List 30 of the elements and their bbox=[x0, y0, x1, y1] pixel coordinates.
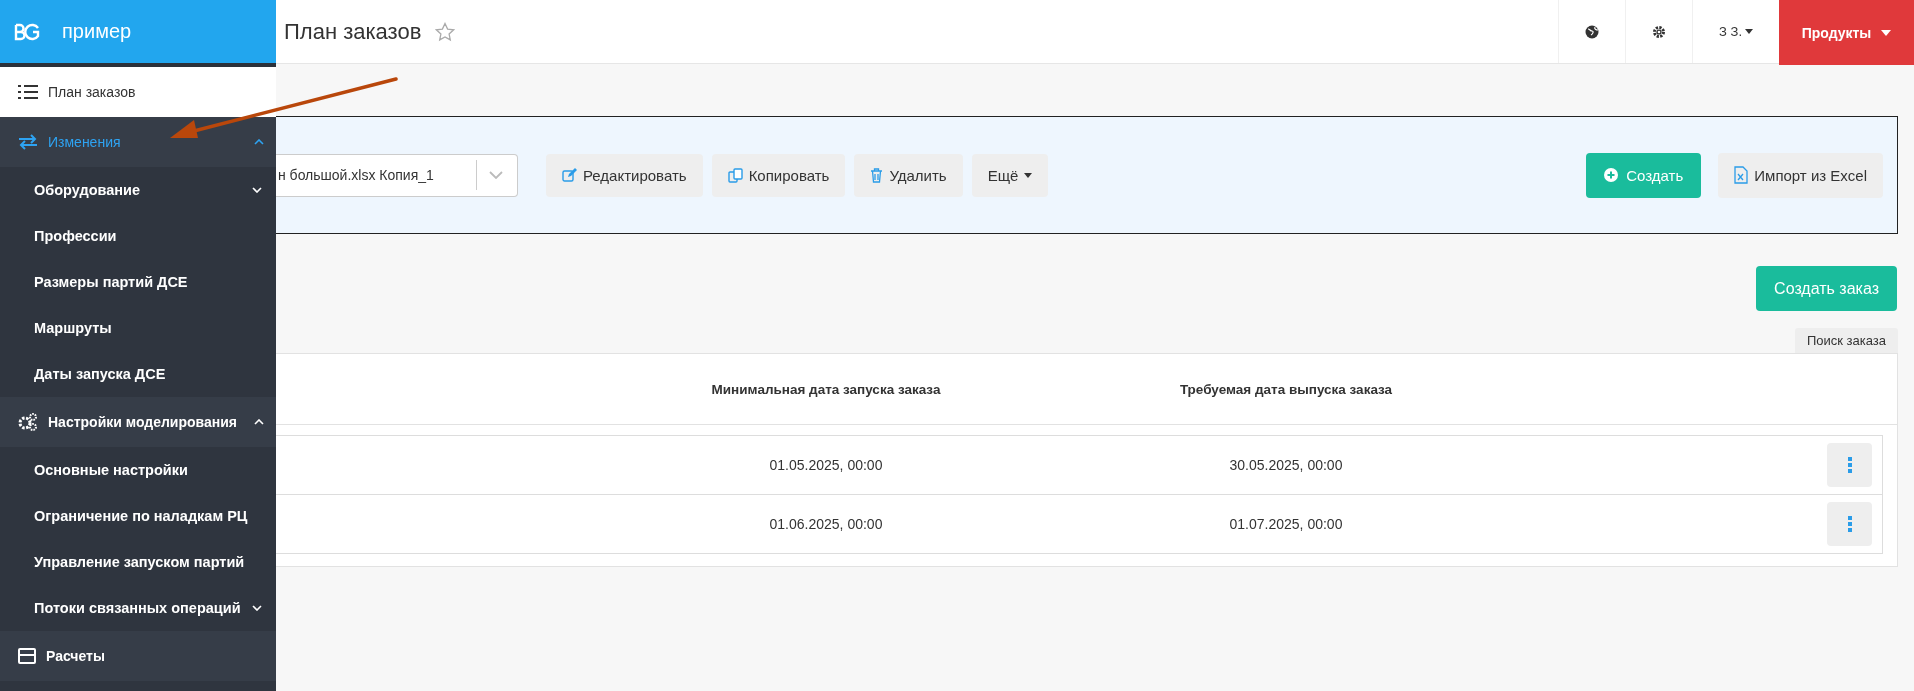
table-cell-text: 01.05.2025, 00:00 bbox=[768, 457, 884, 473]
copy-button[interactable]: Копировать bbox=[711, 153, 846, 197]
sidebar-subitem[interactable]: Маршруты bbox=[0, 305, 276, 351]
user-menu[interactable]: З З. bbox=[1719, 24, 1753, 39]
table-cell-text: 01.06.2025, 00:00 bbox=[768, 516, 884, 532]
column-header: Минимальная дата запуска заказа bbox=[710, 381, 942, 397]
import-excel-button[interactable]: Импорт из Excel bbox=[1718, 152, 1883, 198]
sidebar-subitem[interactable]: Ограничение по наладкам РЦ bbox=[0, 493, 276, 539]
delete-button[interactable]: Удалить bbox=[854, 153, 963, 197]
sidebar-subitem[interactable]: Размеры партий ДСЕ bbox=[0, 259, 276, 305]
more-dropdown-button[interactable]: Ещё bbox=[971, 153, 1049, 197]
page-title: План заказов bbox=[284, 18, 422, 45]
sidebar-item[interactable]: Изменения bbox=[0, 117, 276, 167]
column-header: Требуемая дата выпуска заказа bbox=[1178, 381, 1394, 397]
sidebar-subitem[interactable]: Управление запуском партий bbox=[0, 539, 276, 585]
sidebar-item[interactable]: Расчеты bbox=[0, 631, 276, 681]
brand-name: пример bbox=[62, 20, 132, 43]
sidebar-subitem[interactable]: Основные настройки bbox=[0, 447, 276, 493]
sidebar-item[interactable]: Настройки моделирования bbox=[0, 397, 276, 447]
sidebar-subitem[interactable]: Потоки связанных операций bbox=[0, 585, 276, 631]
sidebar-subitem[interactable]: Оборудование bbox=[0, 167, 276, 213]
edit-button[interactable]: Редактировать bbox=[546, 153, 703, 197]
sidebar-subitem[interactable]: Профессии bbox=[0, 213, 276, 259]
sidebar-subitem[interactable]: Даты запуска ДСЕ bbox=[0, 351, 276, 397]
search-order-tab[interactable]: Поиск заказа bbox=[1794, 328, 1898, 353]
products-button[interactable]: Продукты bbox=[1779, 0, 1914, 65]
sidebar-item[interactable]: План заказов bbox=[0, 67, 276, 117]
table-cell-text: 30.05.2025, 00:00 bbox=[1228, 457, 1344, 473]
file-select[interactable]: н большой.xlsx Копия_1 bbox=[276, 153, 518, 197]
table-cell-text: 01.07.2025, 00:00 bbox=[1228, 516, 1344, 532]
